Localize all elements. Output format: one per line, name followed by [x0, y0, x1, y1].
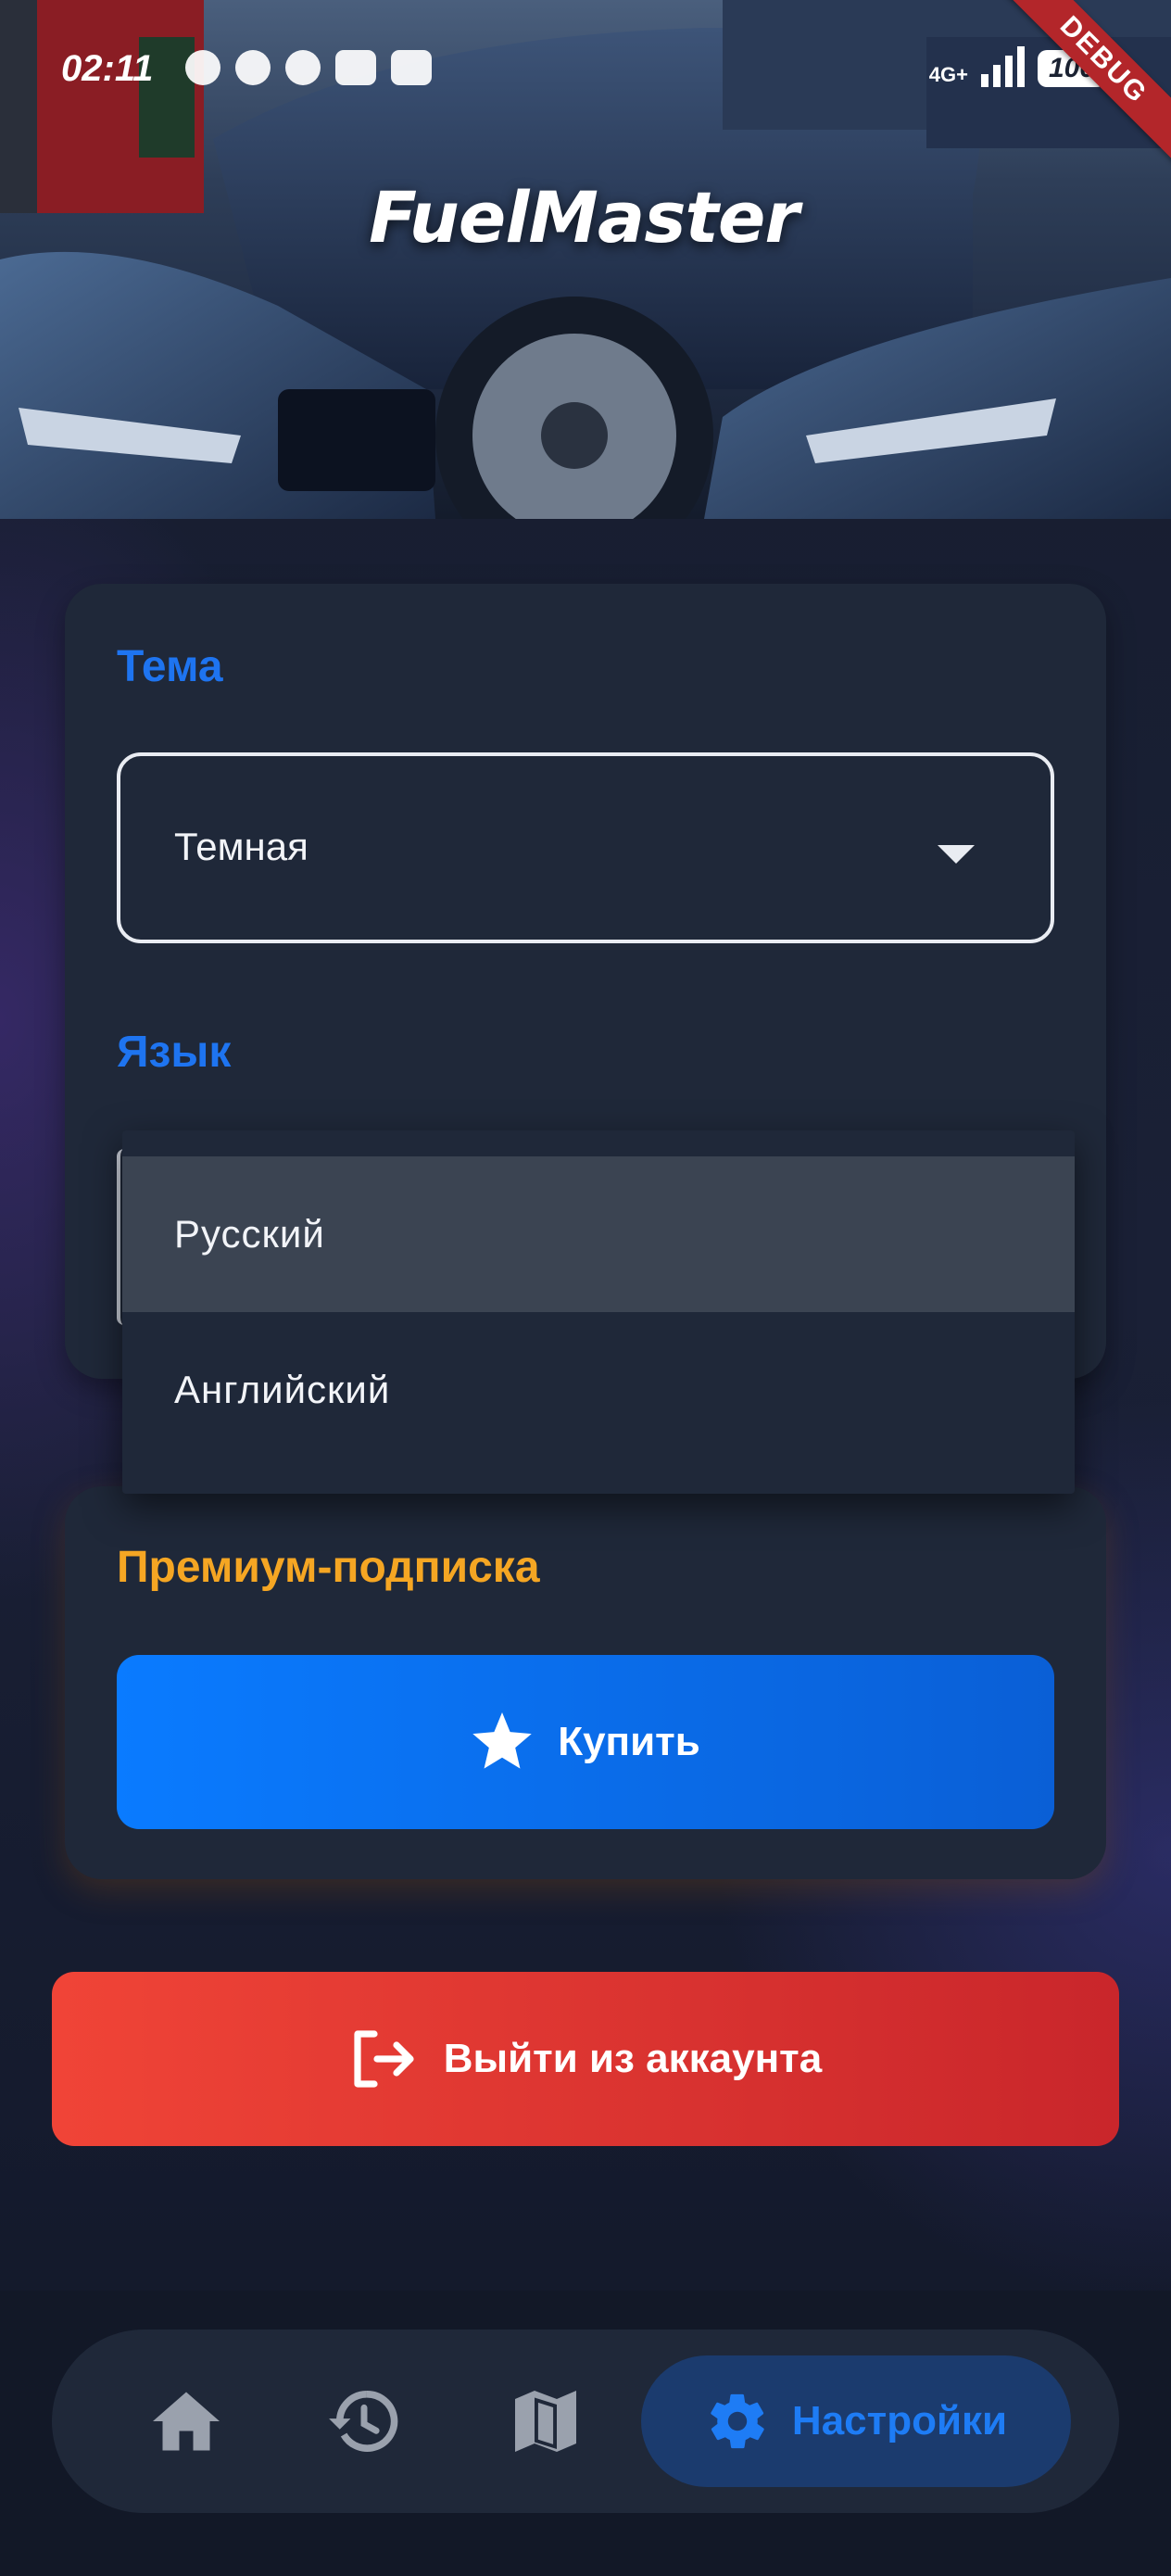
theme-dropdown[interactable]: Темная	[117, 752, 1054, 943]
chevron-down-icon	[938, 845, 975, 864]
language-option-label: Английский	[174, 1368, 391, 1411]
settings-screen: FuelMaster 02:11 4G+ 100 DEBUG Тема Темн…	[0, 0, 1171, 2576]
nav-history[interactable]	[313, 2370, 415, 2472]
nav-settings[interactable]: Настройки	[641, 2355, 1071, 2487]
history-icon	[329, 2391, 398, 2452]
premium-title: Премиум-подписка	[117, 1543, 540, 1592]
nav-settings-label: Настройки	[791, 2398, 1008, 2443]
notification-icons	[185, 50, 432, 85]
language-menu: Русский Английский	[122, 1130, 1075, 1494]
nav-home[interactable]	[135, 2370, 237, 2472]
home-icon	[153, 2392, 220, 2451]
buy-label: Купить	[558, 1719, 700, 1764]
status-time: 02:11	[61, 48, 154, 89]
telegram-icon	[235, 50, 271, 85]
language-option-english[interactable]: Английский	[122, 1312, 1075, 1468]
language-title: Язык	[117, 1028, 232, 1077]
theme-title: Тема	[117, 642, 223, 691]
cast-icon	[391, 50, 432, 85]
gear-icon	[711, 2393, 764, 2449]
language-option-russian[interactable]: Русский	[122, 1156, 1075, 1312]
language-option-label: Русский	[174, 1212, 325, 1256]
star-icon	[472, 1712, 532, 1769]
signal-icon	[981, 44, 1025, 87]
bottom-nav: Настройки	[52, 2330, 1119, 2513]
nav-map[interactable]	[495, 2370, 597, 2472]
logout-button[interactable]: Выйти из аккаунта	[52, 1972, 1119, 2146]
youtube-icon	[335, 50, 376, 85]
logout-icon	[354, 2030, 414, 2088]
map-icon	[515, 2391, 576, 2452]
network-type: 4G+	[928, 63, 968, 86]
pinterest-icon	[285, 50, 321, 85]
theme-value: Темная	[174, 825, 308, 868]
buy-button[interactable]: Купить	[117, 1655, 1054, 1829]
status-bar: 02:11 4G+ 100	[0, 37, 1171, 102]
message-icon	[185, 50, 220, 85]
app-logo: FuelMaster	[369, 176, 800, 259]
logout-label: Выйти из аккаунта	[443, 2036, 823, 2081]
premium-card: Премиум-подписка Купить	[65, 1486, 1106, 1879]
